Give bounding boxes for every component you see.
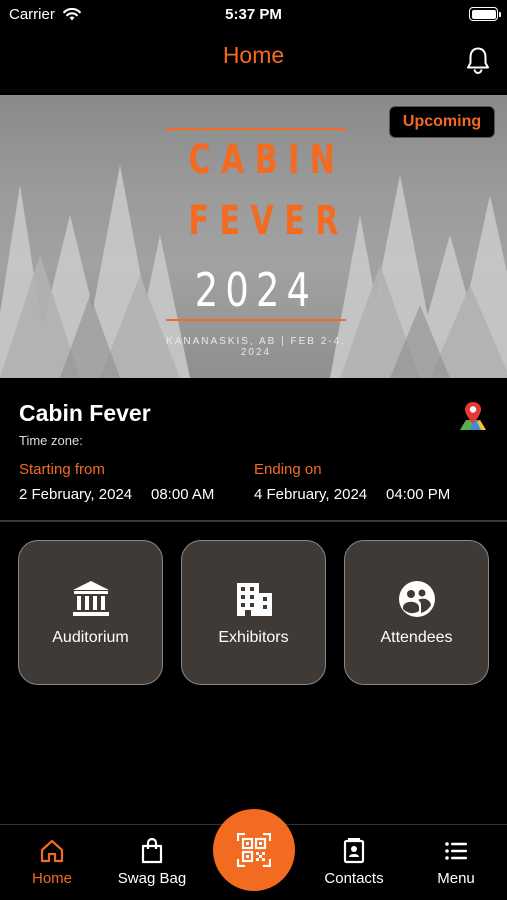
tab-menu[interactable]: Menu bbox=[416, 838, 496, 887]
poster-title-line1: CABIN bbox=[188, 137, 346, 183]
tab-home[interactable]: Home bbox=[12, 838, 92, 887]
home-icon bbox=[40, 839, 64, 863]
poster-year: 2024 bbox=[194, 263, 318, 317]
event-name: Cabin Fever bbox=[19, 400, 151, 426]
attendees-tile[interactable]: Attendees bbox=[344, 540, 489, 685]
qr-scan-icon bbox=[237, 833, 271, 867]
battery-icon bbox=[469, 7, 501, 21]
bag-icon bbox=[141, 838, 163, 864]
contacts-icon bbox=[343, 838, 365, 864]
status-bar: Carrier 5:37 PM bbox=[0, 0, 507, 30]
end-date: 4 February, 2024 bbox=[254, 486, 368, 503]
map-location-icon[interactable] bbox=[458, 400, 488, 432]
event-banner[interactable]: Upcoming CABIN FEVER 2024 KANANASKIS, AB… bbox=[0, 95, 507, 378]
poster-bottom-line bbox=[166, 319, 346, 321]
page-title: Home bbox=[222, 42, 285, 68]
tab-contacts[interactable]: Contacts bbox=[314, 838, 394, 887]
people-icon bbox=[399, 581, 435, 617]
tab-label: Contacts bbox=[324, 870, 384, 887]
start-label: Starting from bbox=[19, 461, 105, 478]
auditorium-tile[interactable]: Auditorium bbox=[18, 540, 163, 685]
timezone-label: Time zone: bbox=[19, 433, 83, 448]
tile-label: Exhibitors bbox=[218, 629, 289, 646]
poster-subtitle: KANANASKIS, AB | FEB 2-4, 2024 bbox=[166, 336, 346, 358]
tab-swag-bag[interactable]: Swag Bag bbox=[112, 838, 192, 887]
tab-label: Menu bbox=[437, 870, 475, 887]
start-time: 08:00 AM bbox=[151, 486, 215, 503]
tab-label: Home bbox=[31, 870, 72, 887]
end-time: 04:00 PM bbox=[386, 486, 451, 503]
menu-icon bbox=[445, 842, 467, 860]
exhibitors-tile[interactable]: Exhibitors bbox=[181, 540, 326, 685]
tile-label: Attendees bbox=[380, 629, 453, 646]
status-badge: Upcoming bbox=[389, 106, 495, 138]
end-label: Ending on bbox=[254, 461, 322, 478]
bell-icon[interactable] bbox=[463, 45, 493, 75]
tile-label: Auditorium bbox=[52, 629, 129, 646]
clock: 5:37 PM bbox=[225, 6, 282, 23]
poster-top-line bbox=[166, 128, 346, 130]
poster-title-line2: FEVER bbox=[188, 198, 349, 244]
divider bbox=[0, 520, 507, 522]
start-date: 2 February, 2024 bbox=[19, 486, 133, 503]
qr-scan-button[interactable] bbox=[213, 809, 295, 891]
tab-label: Swag Bag bbox=[117, 870, 187, 887]
bank-icon bbox=[73, 581, 109, 616]
building-icon bbox=[237, 583, 272, 616]
